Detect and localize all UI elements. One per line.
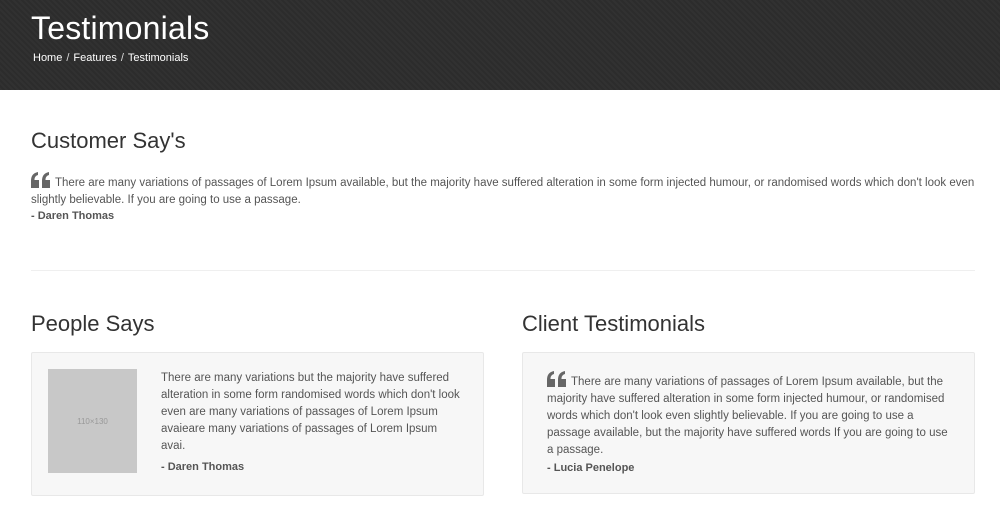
breadcrumb-features[interactable]: Features [73,52,116,64]
client-testimonials-heading: Client Testimonials [522,311,706,336]
quote-icon [31,172,50,188]
testimonial-author: - Daren Thomas [161,461,245,473]
testimonial-quote: There are many variations of passages of… [31,172,975,209]
customer-testimonial: There are many variations of passages of… [31,172,975,222]
testimonial-quote: There are many variations of passages of… [547,371,952,459]
testimonial-text: There are many variations of passages of… [547,376,948,456]
testimonial-text: There are many variations but the majori… [161,372,460,452]
breadcrumb-home[interactable]: Home [33,52,62,64]
image-size-label: 110×130 [77,416,108,426]
customer-says-heading: Customer Say's [31,128,186,153]
page-title: Testimonials [31,10,210,46]
breadcrumb-current: Testimonials [127,52,189,64]
breadcrumb-separator: / [120,52,124,64]
breadcrumb: Home / Features / Testimonials [33,52,188,64]
testimonial-author: - Daren Thomas [31,210,115,222]
testimonial-author: - Lucia Penelope [547,462,635,474]
quote-icon [547,371,566,387]
client-testimonial-card: There are many variations of passages of… [522,352,975,494]
avatar-placeholder-image: 110×130 [48,369,137,473]
page-header: Testimonials Home / Features / Testimonials [0,0,1000,90]
breadcrumb-separator: / [66,52,70,64]
section-divider [31,270,975,271]
testimonial-text: There are many variations of passages of… [31,177,975,206]
people-testimonial-card: 110×130 There are many variations but th… [31,352,484,496]
people-says-heading: People Says [31,311,155,336]
